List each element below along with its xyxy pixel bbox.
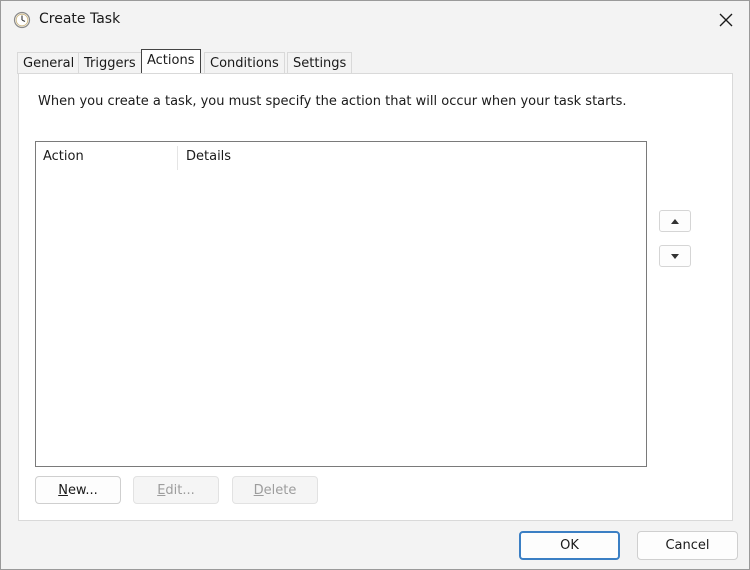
column-header-action[interactable]: Action [43, 142, 84, 172]
tab-conditions[interactable]: Conditions [204, 52, 285, 74]
tab-triggers[interactable]: Triggers [78, 52, 142, 74]
edit-action-button[interactable]: Edit... [133, 476, 219, 504]
move-up-icon [671, 218, 679, 224]
new-action-button[interactable]: New... [35, 476, 121, 504]
task-scheduler-clock-icon [13, 11, 31, 29]
tab-general[interactable]: General [17, 52, 81, 74]
move-down-button[interactable] [659, 245, 691, 267]
close-icon [719, 13, 733, 27]
tab-settings[interactable]: Settings [287, 52, 353, 74]
move-up-button[interactable] [659, 210, 691, 232]
actions-tab-panel: When you create a task, you must specify… [18, 73, 733, 521]
delete-action-button[interactable]: Delete [232, 476, 318, 504]
column-separator[interactable] [177, 146, 178, 170]
cancel-button[interactable]: Cancel [637, 531, 738, 560]
title-bar: Create Task [1, 1, 749, 39]
create-task-dialog: Create Task General Triggers Actions Con… [0, 0, 750, 570]
close-button[interactable] [711, 5, 741, 35]
window-title: Create Task [39, 11, 121, 27]
tab-actions[interactable]: Actions [141, 49, 201, 73]
move-down-icon [671, 253, 679, 259]
actions-list[interactable]: Action Details [35, 141, 647, 467]
column-header-details[interactable]: Details [186, 142, 231, 172]
ok-button[interactable]: OK [519, 531, 620, 560]
actions-description: When you create a task, you must specify… [38, 94, 627, 109]
